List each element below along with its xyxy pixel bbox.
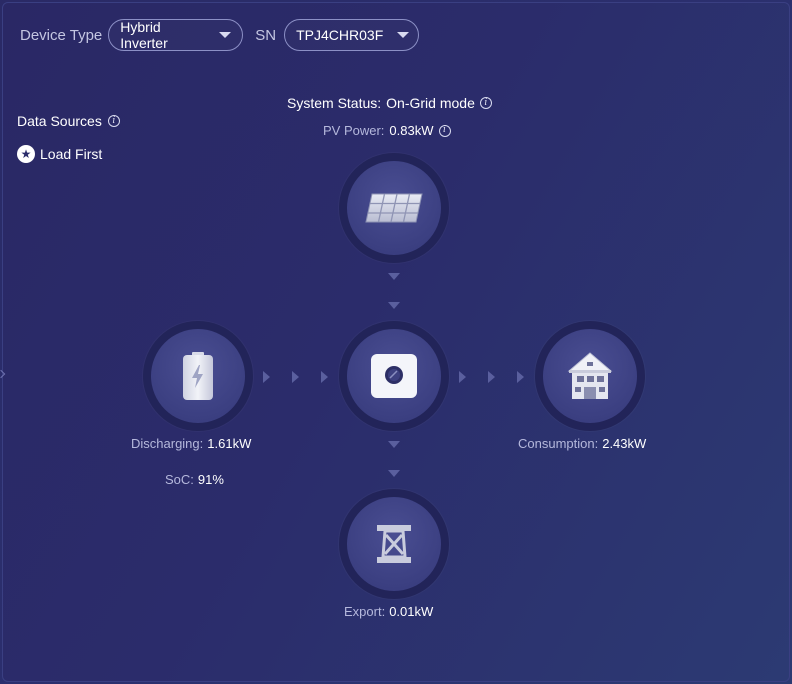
chevron-down-icon (397, 32, 410, 38)
flow-arrow-icon (388, 441, 400, 448)
battery-soc: SoC: 91% (165, 472, 224, 487)
house-icon (567, 352, 613, 399)
pv-node (339, 153, 449, 263)
inverter-icon (371, 354, 417, 398)
home-consumption: Consumption: 2.43kW (518, 436, 646, 451)
discharging-value: 1.61kW (207, 436, 252, 451)
pv-power-value: 0.83kW (389, 123, 434, 138)
device-type-label: Device Type (20, 26, 103, 44)
inverter-node (339, 321, 449, 431)
flow-arrow-icon (388, 273, 400, 280)
pv-power-label: PV Power: (323, 123, 385, 138)
data-source-mode: Load First (40, 146, 103, 162)
home-node (535, 321, 645, 431)
battery-icon (183, 352, 213, 400)
flow-arrow-icon (517, 371, 524, 383)
sn-label: SN (255, 26, 277, 44)
grid-export: Export: 0.01kW (344, 604, 433, 619)
soc-label: SoC: (165, 472, 194, 487)
flow-arrow-icon (321, 371, 328, 383)
chevron-down-icon (219, 32, 232, 38)
consumption-label: Consumption: (518, 436, 599, 451)
solar-panel-icon (365, 193, 423, 223)
grid-tower-icon (377, 525, 411, 563)
info-icon[interactable]: i (107, 115, 120, 127)
flow-arrow-icon (263, 371, 270, 383)
export-label: Export: (344, 604, 386, 619)
export-value: 0.01kW (389, 604, 434, 619)
system-status-value: On-Grid mode (386, 95, 475, 111)
toolbar: Device Type Hybrid Inverter SN TPJ4CHR03… (20, 19, 420, 51)
flow-arrow-icon (388, 470, 400, 477)
data-sources-panel: Data Sources i ★ Load First (17, 113, 120, 163)
discharging-label: Discharging: (131, 436, 204, 451)
flow-arrow-icon (388, 302, 400, 309)
device-type-value: Hybrid Inverter (120, 19, 168, 51)
battery-discharging: Discharging: 1.61kW (131, 436, 251, 451)
sn-select[interactable]: TPJ4CHR03F (284, 19, 420, 51)
sn-value: TPJ4CHR03F (296, 27, 384, 43)
battery-node (143, 321, 253, 431)
consumption-value: 2.43kW (602, 436, 647, 451)
flow-arrow-icon (488, 371, 495, 383)
device-type-select[interactable]: Hybrid Inverter (108, 19, 244, 51)
info-icon[interactable]: i (479, 97, 492, 109)
data-sources-title: Data Sources (17, 113, 102, 129)
grid-node (339, 489, 449, 599)
flow-arrow-icon (292, 371, 299, 383)
star-icon: ★ (17, 145, 35, 163)
system-status-label: System Status: (287, 95, 382, 111)
pv-power: PV Power: 0.83kW i (323, 123, 451, 138)
system-status: System Status: On-Grid mode i (287, 95, 492, 111)
info-icon[interactable]: i (438, 124, 451, 137)
flow-arrow-icon (459, 371, 466, 383)
soc-value: 91% (197, 472, 224, 487)
